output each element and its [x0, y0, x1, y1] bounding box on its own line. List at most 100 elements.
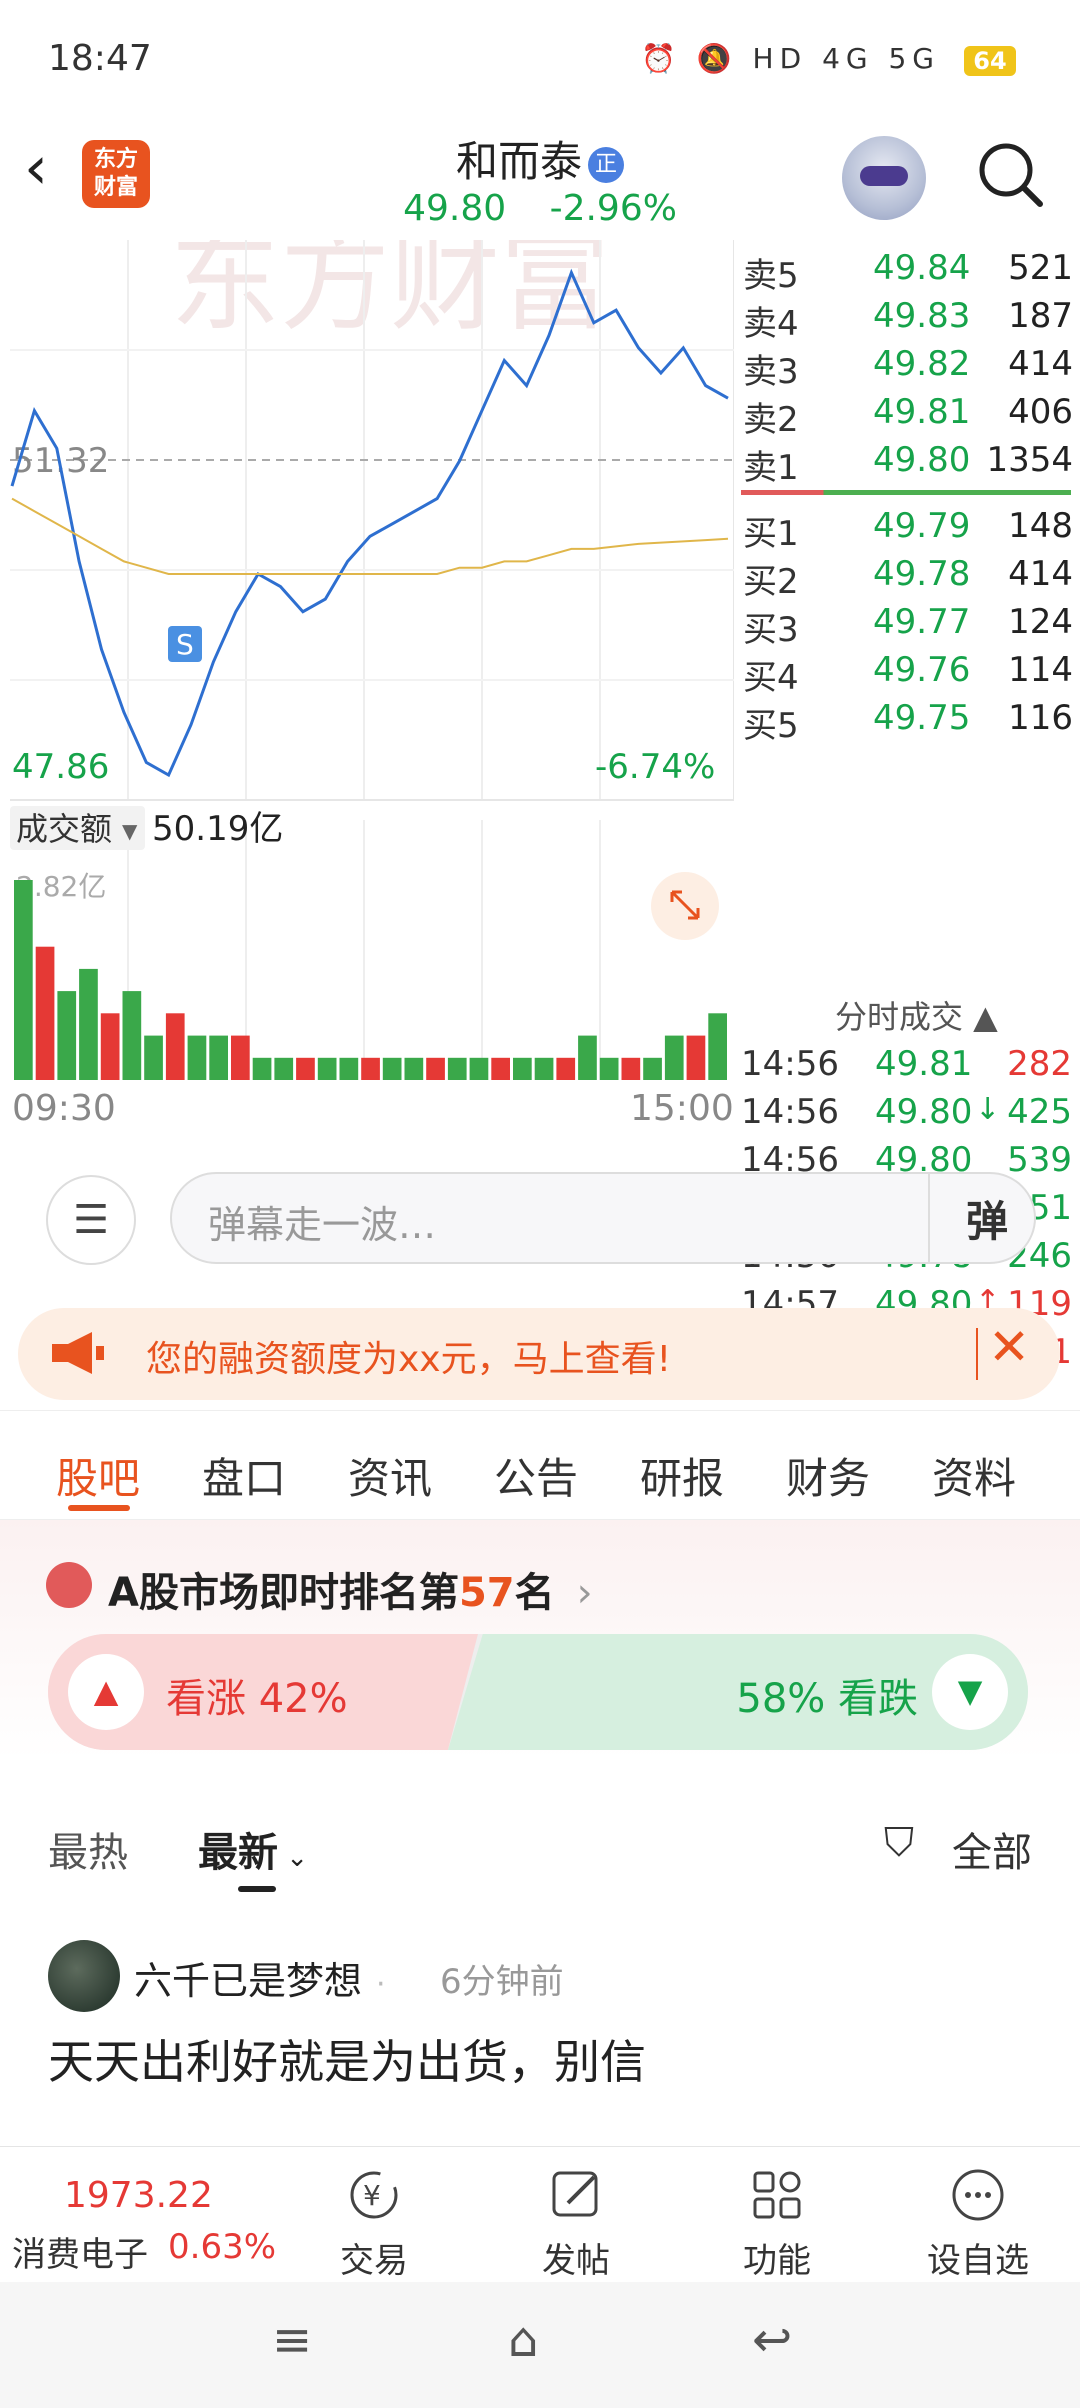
grid-icon — [753, 2171, 801, 2219]
bid-vol: 148 — [1008, 506, 1073, 546]
ask-label: 卖5 — [743, 256, 799, 296]
bid-row[interactable]: 买2 49.78 414 — [743, 550, 1073, 602]
volume-value: 50.19亿 — [152, 809, 283, 849]
low-pct-label: -6.74% — [595, 747, 715, 787]
ask-label: 卖4 — [743, 304, 799, 344]
bid-row[interactable]: 买1 49.79 148 — [743, 502, 1073, 554]
function-button[interactable]: 功能 — [717, 2165, 837, 2282]
trade-icon: ¥ — [350, 2171, 398, 2219]
rank-title[interactable]: A股市场即时排名第57名 › — [108, 1560, 593, 1618]
svg-text:¥: ¥ — [363, 2179, 381, 2212]
filter-all-button[interactable]: 全部 — [952, 1820, 1032, 1878]
bid-label: 买2 — [743, 562, 799, 602]
trade-label: 交易 — [340, 2241, 408, 2281]
filter-icon[interactable]: ⛉ — [884, 1820, 914, 1866]
post-item[interactable]: 六千已是梦想 · 6分钟前 天天出利好就是为出货，别信 — [0, 1920, 1080, 2150]
volume-bar — [708, 1013, 727, 1080]
ask-row[interactable]: 卖3 49.82 414 — [743, 340, 1073, 392]
tick-volume: 425 — [1007, 1092, 1072, 1132]
tick-time: 14:56 — [741, 1044, 839, 1084]
ask-label: 卖2 — [743, 400, 799, 440]
active-tab-indicator — [68, 1505, 130, 1511]
volume-bar — [621, 1057, 641, 1080]
status-time: 18:47 — [48, 38, 152, 79]
chart-grid — [10, 240, 734, 1080]
sort-hot-tab[interactable]: 最热 — [48, 1820, 128, 1878]
bid-vol: 114 — [1008, 650, 1073, 690]
trade-button[interactable]: ¥ 交易 — [314, 2165, 434, 2282]
bid-row[interactable]: 买4 49.76 114 — [743, 646, 1073, 698]
vote-down-icon[interactable]: ▼ — [932, 1654, 1008, 1730]
tab-0[interactable]: 股吧 — [56, 1445, 140, 1506]
tick-row: 14:56 49.80 ↓ 425 — [735, 1088, 1080, 1136]
tab-4[interactable]: 研报 — [640, 1445, 724, 1506]
add-watchlist-button[interactable]: 设自选 — [918, 2165, 1038, 2282]
stock-name: 和而泰 — [455, 137, 582, 186]
menu-icon[interactable]: ≡ — [272, 2312, 312, 2368]
bid-vol: 116 — [1008, 698, 1073, 738]
section-tabs: 股吧 盘口 资讯 公告 研报 财务 资料 — [0, 1410, 1080, 1520]
index-pct: 0.63% — [168, 2227, 277, 2267]
ask-price: 49.80 — [873, 440, 971, 480]
volume-bar — [382, 1057, 402, 1080]
bid-row[interactable]: 买5 49.75 116 — [743, 694, 1073, 746]
bid-price: 49.78 — [873, 554, 971, 594]
megaphone-icon — [52, 1332, 104, 1374]
ask-row[interactable]: 卖2 49.81 406 — [743, 388, 1073, 440]
home-icon[interactable]: ⌂ — [508, 2312, 538, 2368]
volume-bar — [578, 1035, 597, 1080]
post-text[interactable]: 天天出利好就是为出货，别信 — [48, 2026, 646, 2092]
assistant-robot-icon[interactable] — [842, 136, 926, 220]
volume-bar — [231, 1035, 250, 1080]
ask-vol: 1354 — [986, 440, 1073, 480]
ask-price: 49.81 — [873, 392, 971, 432]
margin-banner[interactable]: 您的融资额度为xx元，马上查看! ✕ — [18, 1308, 1060, 1400]
stock-price: 49.80 — [403, 188, 507, 229]
bid-price: 49.79 — [873, 506, 971, 546]
post-button[interactable]: 发帖 — [516, 2165, 636, 2282]
dropdown-chevron-icon: ▼ — [122, 819, 138, 843]
danmu-toggle-button[interactable]: 弹 — [966, 1188, 1008, 1249]
bid-ask-divider — [741, 490, 1071, 495]
volume-bar — [165, 1013, 185, 1080]
bid-row[interactable]: 买3 49.77 124 — [743, 598, 1073, 650]
bid-label: 买5 — [743, 706, 799, 746]
avatar[interactable] — [48, 1940, 120, 2012]
volume-bar — [599, 1057, 619, 1080]
tab-1[interactable]: 盘口 — [202, 1445, 286, 1506]
ask-vol: 521 — [1008, 248, 1073, 288]
status-bar: 18:47 ⏰ 🔕 HD 4G 5G 64 — [0, 0, 1080, 120]
status-icons: ⏰ 🔕 HD 4G 5G — [641, 42, 940, 75]
sort-latest-label: 最新 — [198, 1830, 278, 1876]
tab-5[interactable]: 财务 — [786, 1445, 870, 1506]
official-tag-icon: 正 — [588, 146, 624, 183]
tab-2[interactable]: 资讯 — [348, 1445, 432, 1506]
banner-close-icon[interactable]: ✕ — [988, 1318, 1030, 1376]
index-value: 1973.22 — [64, 2175, 213, 2216]
ask-row[interactable]: 卖1 49.80 1354 — [743, 436, 1073, 488]
intraday-chart[interactable]: 东方财富 51.32 S 47.86 -6.74% 成交额 ▼ 50.19亿 2… — [10, 221, 734, 1129]
volume-bar — [491, 1057, 510, 1080]
banner-text: 您的融资额度为xx元，马上查看! — [146, 1339, 672, 1380]
rank-number: 57 — [458, 1570, 515, 1616]
post-username[interactable]: 六千已是梦想 · — [134, 1950, 386, 2005]
battery-icon: 64 — [964, 46, 1016, 76]
vote-up-icon[interactable]: ▲ — [68, 1654, 144, 1730]
ticks-title[interactable]: 分时成交 ▲ — [835, 992, 998, 1038]
back-nav-icon[interactable]: ↩ — [752, 2312, 792, 2368]
danmu-input[interactable]: 弹幕走一波… 弹 — [170, 1172, 1036, 1264]
tab-3[interactable]: 公告 — [494, 1445, 578, 1506]
volume-bar — [534, 1057, 554, 1080]
index-name: 消费电子 — [12, 2235, 148, 2275]
danmu-settings-icon[interactable]: ☰ — [46, 1175, 136, 1265]
ask-row[interactable]: 卖4 49.83 187 — [743, 292, 1073, 344]
ask-row[interactable]: 卖5 49.84 521 — [743, 244, 1073, 296]
sort-latest-tab[interactable]: 最新 ⌄ — [198, 1820, 308, 1878]
tick-price: 49.81 — [875, 1044, 973, 1084]
volume-bar — [35, 946, 55, 1080]
bid-label: 买1 — [743, 514, 799, 554]
search-icon[interactable] — [976, 140, 1046, 210]
volume-bar — [643, 1057, 662, 1080]
tab-6[interactable]: 资料 — [932, 1445, 1016, 1506]
volume-bar — [686, 1035, 706, 1080]
